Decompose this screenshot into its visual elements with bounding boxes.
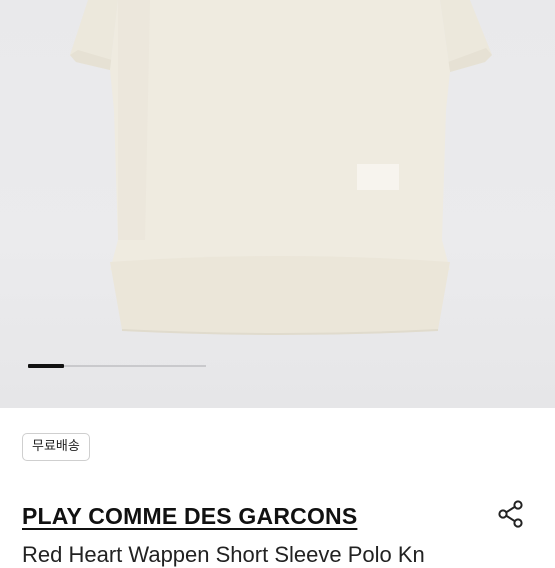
slide-indicator-active [28,364,64,368]
product-image-gallery[interactable] [0,0,555,408]
brand-link[interactable]: PLAY COMME DES GARCONS [22,503,357,530]
slide-indicator [28,364,206,368]
product-title: Red Heart Wappen Short Sleeve Polo Kn [22,542,425,567]
free-shipping-badge: 무료배송 [22,433,90,461]
product-info: 무료배송 PLAY COMME DES GARCONS Red Heart Wa… [0,408,555,567]
product-photo [70,0,492,335]
share-icon[interactable] [496,499,526,529]
